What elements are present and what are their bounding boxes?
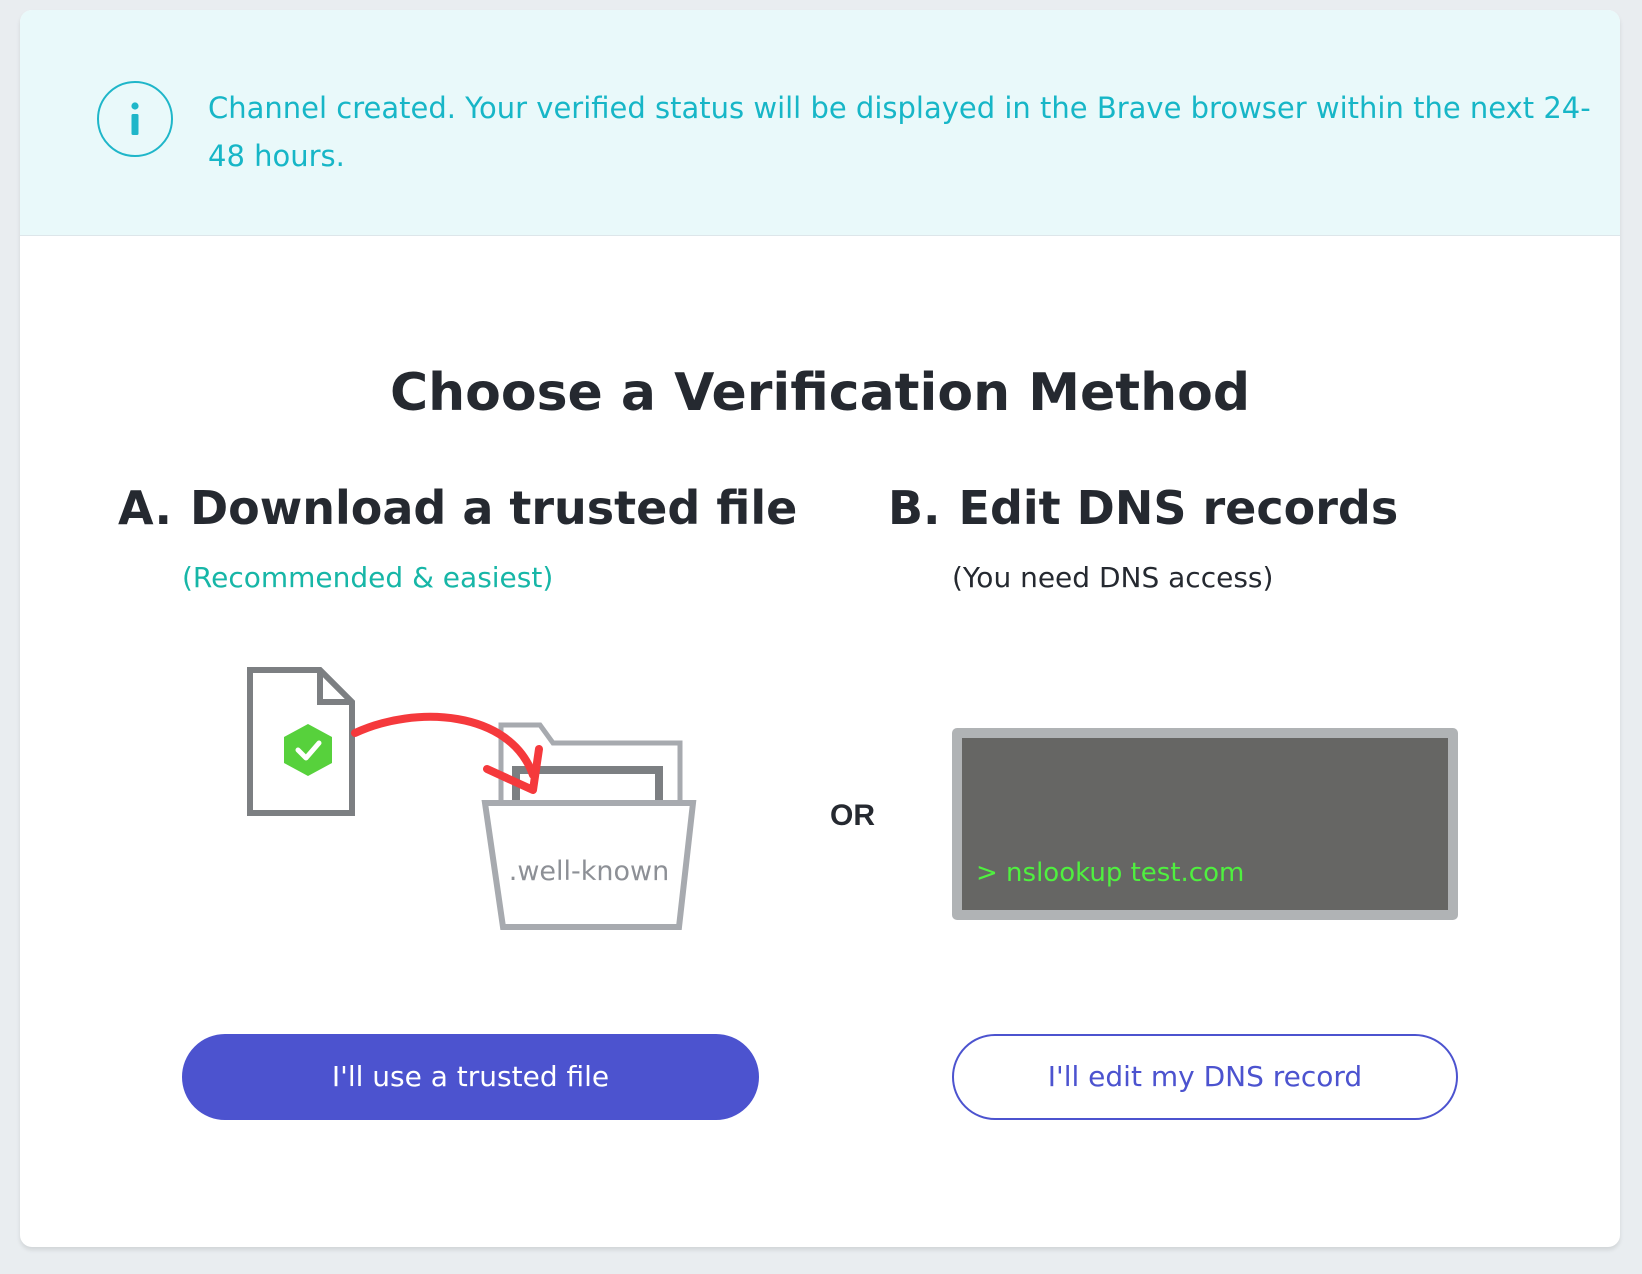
edit-dns-record-button[interactable]: I'll edit my DNS record [952, 1034, 1458, 1120]
option-a-title: Download a trusted file [189, 481, 798, 535]
use-trusted-file-button[interactable]: I'll use a trusted file [182, 1034, 759, 1120]
option-b-letter: B. [888, 481, 941, 535]
option-a-subtext: (Recommended & easiest) [182, 561, 554, 594]
document-icon [247, 667, 355, 816]
option-b-title: Edit DNS records [958, 481, 1399, 535]
folder-icon: .well-known [481, 722, 697, 930]
option-a-heading: A. Download a trusted file [118, 480, 797, 536]
trusted-file-illustration: .well-known [247, 667, 697, 930]
banner-message: Channel created. Your verified status wi… [208, 91, 1591, 173]
info-banner: Channel created. Your verified status wi… [20, 10, 1620, 236]
info-icon [97, 81, 173, 157]
option-a-letter: A. [118, 481, 172, 535]
page-title: Choose a Verification Method [389, 363, 1251, 423]
or-separator: OR [830, 799, 875, 832]
verification-card: Channel created. Your verified status wi… [20, 10, 1620, 1247]
folder-label: .well-known [509, 856, 669, 887]
terminal-command: > nslookup test.com [976, 858, 1245, 888]
option-b-heading: B. Edit DNS records [888, 480, 1398, 536]
option-b-subtext: (You need DNS access) [952, 561, 1274, 594]
terminal-illustration: > nslookup test.com [952, 728, 1458, 920]
